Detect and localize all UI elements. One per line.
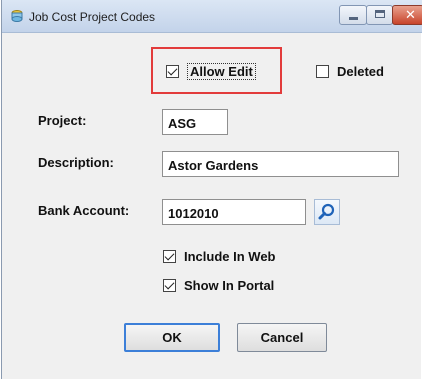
- window-title: Job Cost Project Codes: [29, 10, 156, 24]
- project-field[interactable]: ASG: [162, 109, 228, 135]
- minimize-button[interactable]: [339, 5, 367, 25]
- show-in-portal-label: Show In Portal: [184, 278, 275, 293]
- search-icon: [318, 203, 335, 220]
- description-label: Description:: [38, 155, 114, 170]
- app-icon: [11, 10, 23, 22]
- bank-account-field[interactable]: 1012010: [162, 199, 306, 225]
- include-in-web-label: Include In Web: [184, 249, 276, 264]
- description-field[interactable]: Astor Gardens: [162, 151, 399, 177]
- close-button[interactable]: ✕: [392, 5, 422, 25]
- allow-edit-checkbox[interactable]: Allow Edit: [166, 63, 256, 80]
- minimize-icon: [349, 17, 358, 20]
- title-bar[interactable]: Job Cost Project Codes ✕: [2, 0, 422, 33]
- maximize-icon: [375, 10, 385, 18]
- project-label: Project:: [38, 113, 87, 128]
- allow-edit-checkbox-box[interactable]: [166, 65, 179, 78]
- cancel-button[interactable]: Cancel: [237, 323, 327, 352]
- bank-account-label: Bank Account:: [38, 203, 130, 218]
- deleted-label: Deleted: [337, 64, 384, 79]
- ok-button[interactable]: OK: [124, 323, 220, 352]
- bank-account-lookup-button[interactable]: [314, 199, 340, 225]
- show-in-portal-checkbox[interactable]: Show In Portal: [163, 278, 274, 293]
- maximize-button[interactable]: [366, 5, 393, 25]
- deleted-checkbox-box[interactable]: [316, 65, 329, 78]
- show-in-portal-checkbox-box[interactable]: [163, 279, 176, 292]
- include-in-web-checkbox-box[interactable]: [163, 250, 176, 263]
- job-cost-project-codes-window: Job Cost Project Codes ✕ Allow Edit Dele…: [1, 0, 422, 379]
- include-in-web-checkbox[interactable]: Include In Web: [163, 249, 276, 264]
- deleted-checkbox[interactable]: Deleted: [316, 64, 384, 79]
- close-icon: ✕: [405, 8, 416, 23]
- allow-edit-label: Allow Edit: [187, 63, 256, 80]
